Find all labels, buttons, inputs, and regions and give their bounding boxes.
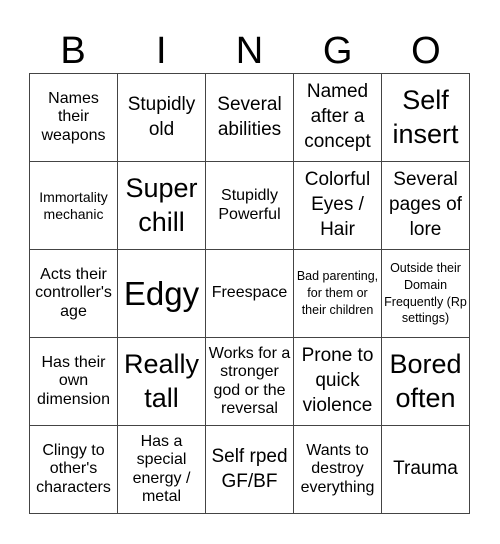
bingo-cell[interactable]: Really tall <box>118 338 206 426</box>
free-space-cell[interactable]: Freespace <box>206 250 294 338</box>
cell-text: Bored often <box>389 348 462 413</box>
cell-text: Freespace <box>211 284 288 302</box>
bingo-cell[interactable]: Bored often <box>382 338 470 426</box>
bingo-cell[interactable]: Outside their Domain Frequently (Rp sett… <box>382 250 470 338</box>
cell-text: Wants to destroy everything <box>300 441 375 496</box>
header-letter-o: O <box>411 30 441 72</box>
cell-text: Really tall <box>123 348 200 413</box>
cell-text: Edgy <box>123 274 200 312</box>
cell-text: Stupidly Powerful <box>218 187 281 223</box>
cell-text: Acts their controller's age <box>35 265 112 320</box>
bingo-cell[interactable]: Prone to quick violence <box>294 338 382 426</box>
bingo-cell[interactable]: Stupidly old <box>118 74 206 162</box>
bingo-cell[interactable]: Super chill <box>118 162 206 250</box>
header-letter-i: I <box>156 30 167 72</box>
bingo-cell[interactable]: Colorful Eyes / Hair <box>294 162 382 250</box>
bingo-cell[interactable]: Several pages of lore <box>382 162 470 250</box>
cell-text: Several pages of lore <box>389 169 462 240</box>
cell-text: Self insert <box>392 84 459 149</box>
bingo-cell[interactable]: Works for a stronger god or the reversal <box>206 338 294 426</box>
header-letter-b: B <box>60 30 86 72</box>
bingo-cell[interactable]: Named after a concept <box>294 74 382 162</box>
cell-text: Several abilities <box>217 93 282 140</box>
bingo-cell[interactable]: Has a special energy / metal <box>118 426 206 514</box>
cell-text: Names their weapons <box>41 89 106 144</box>
cell-text: Clingy to other's characters <box>36 441 111 496</box>
bingo-cell[interactable]: Wants to destroy everything <box>294 426 382 514</box>
bingo-cell[interactable]: Stupidly Powerful <box>206 162 294 250</box>
bingo-grid: Names their weapons Stupidly old Several… <box>29 73 470 514</box>
cell-text: Colorful Eyes / Hair <box>304 169 371 240</box>
cell-text: Has their own dimension <box>37 353 110 408</box>
cell-text: Self rped GF/BF <box>211 445 288 492</box>
cell-text: Super chill <box>125 172 198 237</box>
cell-text: Stupidly old <box>127 93 196 140</box>
cell-text: Bad parenting, for them or their childre… <box>296 269 379 317</box>
cell-text: Named after a concept <box>304 81 371 152</box>
bingo-cell[interactable]: Trauma <box>382 426 470 514</box>
header-letter-g: G <box>322 30 353 72</box>
cell-text: Trauma <box>393 458 458 480</box>
cell-text: Outside their Domain Frequently (Rp sett… <box>384 260 467 326</box>
bingo-cell[interactable]: Acts their controller's age <box>30 250 118 338</box>
bingo-cell[interactable]: Names their weapons <box>30 74 118 162</box>
bingo-cell[interactable]: Self insert <box>382 74 470 162</box>
bingo-header: B I N G O <box>29 30 470 72</box>
cell-text: Works for a stronger god or the reversal <box>208 344 291 417</box>
bingo-cell[interactable]: Self rped GF/BF <box>206 426 294 514</box>
cell-text: Immortality mechanic <box>39 189 108 222</box>
cell-text: Has a special energy / metal <box>132 432 191 505</box>
header-letter-n: N <box>235 30 264 72</box>
bingo-cell[interactable]: Edgy <box>118 250 206 338</box>
bingo-cell[interactable]: Bad parenting, for them or their childre… <box>294 250 382 338</box>
bingo-cell[interactable]: Has their own dimension <box>30 338 118 426</box>
bingo-cell[interactable]: Several abilities <box>206 74 294 162</box>
bingo-cell[interactable]: Immortality mechanic <box>30 162 118 250</box>
bingo-cell[interactable]: Clingy to other's characters <box>30 426 118 514</box>
cell-text: Prone to quick violence <box>301 345 374 416</box>
